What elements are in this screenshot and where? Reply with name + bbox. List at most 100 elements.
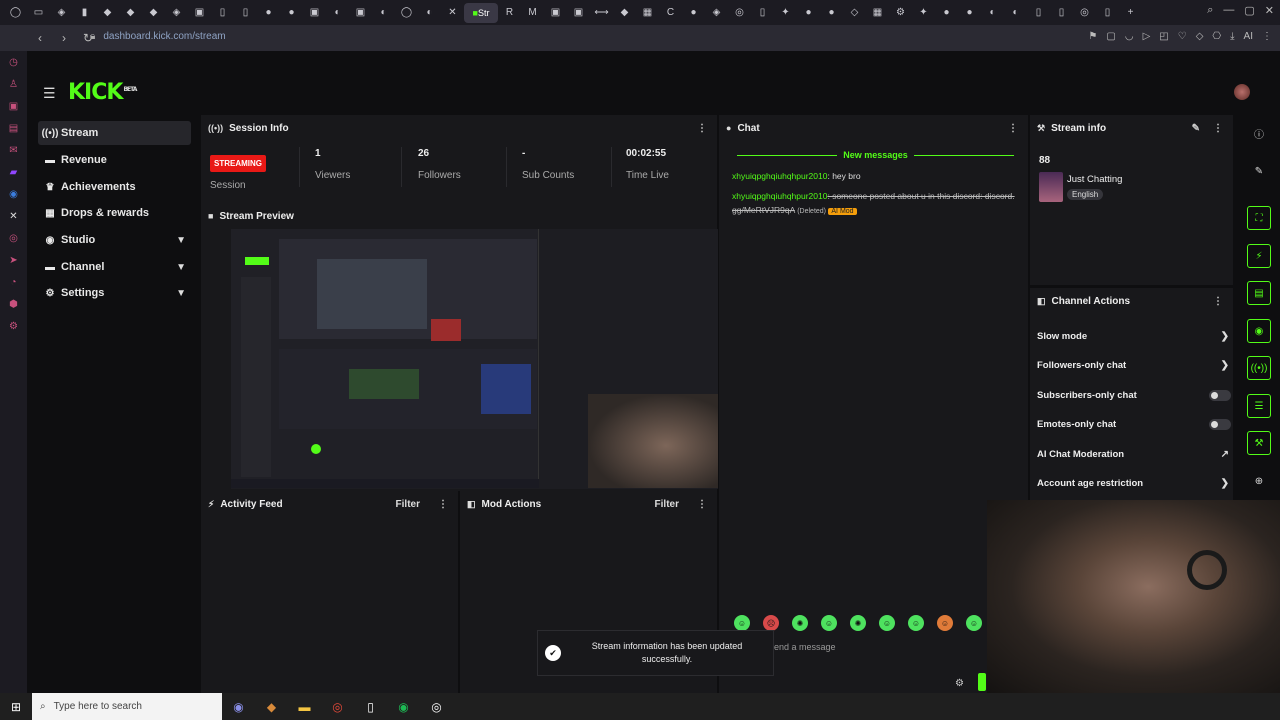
url-field[interactable]: 🔒︎ dashboard.kick.com/stream	[90, 31, 226, 42]
add-widget-icon[interactable]: ⊕	[1247, 469, 1271, 493]
pin-icon[interactable]: ⚑	[1088, 31, 1097, 42]
back-icon[interactable]: ‹	[28, 31, 52, 45]
new-tab-icon[interactable]: +	[1119, 3, 1142, 23]
tab-active[interactable]: ■ Str	[464, 2, 498, 23]
account-age-action[interactable]: Account age restriction ❯	[1037, 469, 1229, 498]
tab-icon[interactable]: ▯	[234, 3, 257, 23]
obs-icon[interactable]: ◎	[420, 700, 453, 714]
activity-filter-button[interactable]: Filter	[396, 499, 420, 510]
emote-icon[interactable]: ☺	[937, 615, 953, 631]
tab-icon[interactable]: R	[498, 3, 521, 23]
x-icon[interactable]: ✕	[9, 211, 17, 225]
tab-icon[interactable]: ◈	[705, 3, 728, 23]
kebab-menu-icon[interactable]: ⋮	[697, 123, 707, 134]
discord-icon[interactable]: ◉	[222, 700, 255, 714]
emote-icon[interactable]: ☺	[908, 615, 924, 631]
notepad-icon[interactable]: ▯	[354, 700, 387, 714]
subscribers-only-toggle[interactable]	[1209, 390, 1231, 401]
tab-icon[interactable]: ▣	[544, 3, 567, 23]
sidebar-clock-icon[interactable]: ◔	[10, 277, 16, 291]
kebab-menu-icon[interactable]: ⋮	[1008, 123, 1018, 134]
sidebar-item-drops[interactable]: ▦ Drops & rewards	[38, 201, 191, 225]
tab-icon[interactable]: ◈	[50, 3, 73, 23]
sidebar-item-revenue[interactable]: ▬ Revenue	[38, 148, 191, 172]
chrome-icon[interactable]: ◎	[321, 700, 354, 714]
spotify-icon[interactable]: ◉	[387, 700, 420, 714]
close-icon[interactable]: ✕	[1265, 4, 1274, 17]
tab-icon[interactable]: ◇	[843, 3, 866, 23]
tab-icon[interactable]: ●	[682, 3, 705, 23]
broadcast-icon[interactable]: ((•))	[1247, 356, 1271, 380]
tab-icon[interactable]: ◐	[981, 3, 1004, 23]
followers-only-action[interactable]: Followers-only chat ❯	[1037, 351, 1229, 380]
emote-icon[interactable]: ✺	[792, 615, 808, 631]
tab-icon[interactable]: ◐	[1004, 3, 1027, 23]
tab-icon[interactable]: ◐	[326, 3, 349, 23]
edit-icon[interactable]: ✎	[1247, 159, 1271, 183]
download-icon[interactable]: ⤓	[1230, 31, 1234, 42]
windows-start-icon[interactable]: ⊞	[0, 700, 32, 714]
tab-icon[interactable]: ◎	[728, 3, 751, 23]
tab-icon[interactable]: ◐	[372, 3, 395, 23]
tab-icon[interactable]: ◆	[142, 3, 165, 23]
sync-icon[interactable]: ◰	[1159, 31, 1168, 42]
list-icon[interactable]: ☰	[1247, 394, 1271, 418]
sidebar-item-settings[interactable]: ⚙ Settings ▼	[38, 281, 191, 305]
kebab-menu-icon[interactable]: ⋮	[1213, 296, 1223, 307]
edit-icon[interactable]: ✎	[1192, 123, 1200, 134]
tab-icon[interactable]: ✦	[912, 3, 935, 23]
forward-icon[interactable]: ›	[52, 31, 76, 45]
info-icon[interactable]: ⓘ	[1247, 121, 1271, 145]
kebab-menu-icon[interactable]: ⋮	[1213, 123, 1223, 134]
bolt-icon[interactable]: ⚡︎	[1247, 244, 1271, 268]
sidebar-item-achievements[interactable]: ♛ Achievements	[38, 175, 191, 199]
emote-icon[interactable]: ☺	[734, 615, 750, 631]
tab-icon[interactable]: ▯	[211, 3, 234, 23]
send-button[interactable]	[978, 673, 986, 691]
slow-mode-action[interactable]: Slow mode ❯	[1037, 322, 1229, 351]
twitch-icon[interactable]: ▰	[10, 167, 18, 181]
tab-icon[interactable]: ▣	[188, 3, 211, 23]
search-tabs-icon[interactable]: ⌕	[1207, 4, 1213, 17]
heart-icon[interactable]: ♡	[1178, 31, 1187, 42]
tab-icon[interactable]: ◆	[96, 3, 119, 23]
sidebar-send-icon[interactable]: ➤	[9, 255, 17, 269]
sidebar-mail-icon[interactable]: ✉	[9, 145, 17, 159]
pocket-icon[interactable]: ◡	[1125, 31, 1134, 42]
tab-icon[interactable]: ▣	[567, 3, 590, 23]
kebab-menu-icon[interactable]: ⋮	[697, 499, 707, 510]
emotes-only-toggle[interactable]	[1209, 419, 1231, 430]
chat-username[interactable]: xhyuiqpghqiuhqhpur2010	[732, 171, 827, 181]
tab-icon[interactable]: ●	[820, 3, 843, 23]
ai-chat-moderation-action[interactable]: AI Chat Moderation ↗	[1037, 440, 1229, 469]
tab-icon[interactable]: ▣	[349, 3, 372, 23]
tab-icon[interactable]: ▮	[73, 3, 96, 23]
sidebar-item-stream[interactable]: ((•)) Stream	[38, 121, 191, 145]
sidebar-circle-icon[interactable]: ◎	[9, 233, 18, 247]
menu-icon[interactable]: ⋮	[1262, 31, 1272, 42]
tab-icon[interactable]: M	[521, 3, 544, 23]
tab-icon[interactable]: ✕	[441, 3, 464, 23]
tab-icon[interactable]: ▯	[1050, 3, 1073, 23]
app-icon[interactable]: ◆	[255, 700, 288, 714]
emote-icon[interactable]: ☺	[879, 615, 895, 631]
chat-username[interactable]: xhyuiqpghqiuhqhpur2010	[732, 191, 827, 201]
minimize-icon[interactable]: —	[1223, 4, 1234, 17]
tab-icon[interactable]: ●	[958, 3, 981, 23]
tab-icon[interactable]: ◆	[613, 3, 636, 23]
tab-icon[interactable]: ▯	[1027, 3, 1050, 23]
emote-icon[interactable]: ☹	[763, 615, 779, 631]
emote-icon[interactable]: ☺	[821, 615, 837, 631]
mod-filter-button[interactable]: Filter	[655, 499, 679, 510]
tab-icon[interactable]: ●	[280, 3, 303, 23]
kick-logo[interactable]: KICKBETA	[68, 80, 137, 105]
maximize-icon[interactable]: ▢	[1244, 4, 1254, 17]
tab-icon[interactable]: ▣	[303, 3, 326, 23]
kebab-menu-icon[interactable]: ⋮	[438, 499, 448, 510]
sidebar-shield-icon[interactable]: ⬢	[9, 299, 18, 313]
wrench-icon[interactable]: ⚒	[1247, 431, 1271, 455]
sidebar-history-icon[interactable]: ◷	[9, 57, 18, 71]
new-messages-divider[interactable]: New messages	[731, 149, 1020, 161]
tab-icon[interactable]: ▦	[866, 3, 889, 23]
tab-icon[interactable]: C	[659, 3, 682, 23]
